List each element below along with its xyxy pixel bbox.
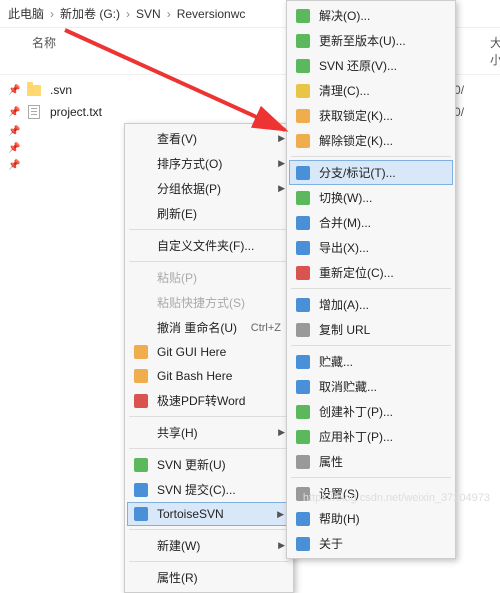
create-patch-icon xyxy=(295,404,311,420)
menu-get-lock[interactable]: 获取锁定(K)... xyxy=(289,103,453,128)
separator xyxy=(129,448,289,449)
menu-paste: 粘贴(P) xyxy=(127,265,291,290)
context-menu-main: 查看(V)▶ 排序方式(O)▶ 分组依据(P)▶ 刷新(E) 自定义文件夹(F)… xyxy=(124,123,294,593)
pin-icon: 📌 xyxy=(8,107,18,118)
menu-tortoisesvn[interactable]: TortoiseSVN▶ xyxy=(127,502,291,526)
separator xyxy=(129,416,289,417)
svn-update-icon xyxy=(133,457,149,473)
crumb-drive[interactable]: 新加卷 (G:) xyxy=(60,5,120,22)
unlock-icon xyxy=(295,133,311,149)
menu-relocate[interactable]: 重新定位(C)... xyxy=(289,260,453,285)
watermark: https://blog.csdn.net/weixin_37204973 xyxy=(303,492,490,504)
chevron-right-icon: ▶ xyxy=(277,509,284,520)
chevron-right-icon: ▶ xyxy=(278,540,285,551)
chevron-right-icon: ▶ xyxy=(278,158,285,169)
crumb-this-pc[interactable]: 此电脑 xyxy=(8,5,44,22)
branch-icon xyxy=(295,165,311,181)
separator xyxy=(291,288,451,289)
shelve-icon xyxy=(295,354,311,370)
pin-icon: 📌 xyxy=(8,85,18,96)
svn-commit-icon xyxy=(133,482,149,498)
git-icon xyxy=(133,368,149,384)
menu-git-bash[interactable]: Git Bash Here xyxy=(127,364,291,388)
menu-unshelve[interactable]: 取消贮藏... xyxy=(289,374,453,399)
menu-branch-tag[interactable]: 分支/标记(T)... xyxy=(289,160,453,185)
menu-sort[interactable]: 排序方式(O)▶ xyxy=(127,151,291,176)
separator xyxy=(129,229,289,230)
merge-icon xyxy=(295,215,311,231)
chevron-right-icon: ▶ xyxy=(278,427,285,438)
menu-about[interactable]: 关于 xyxy=(289,531,453,556)
header-name[interactable]: 名称 xyxy=(10,34,290,68)
chevron-right-icon: ▶ xyxy=(278,133,285,144)
separator xyxy=(291,345,451,346)
folder-icon xyxy=(26,82,42,98)
export-icon xyxy=(295,240,311,256)
git-icon xyxy=(133,344,149,360)
menu-view[interactable]: 查看(V)▶ xyxy=(127,126,291,151)
separator xyxy=(129,261,289,262)
properties-icon xyxy=(295,454,311,470)
menu-resolve[interactable]: 解决(O)... xyxy=(289,3,453,28)
help-icon xyxy=(295,511,311,527)
relocate-icon xyxy=(295,265,311,281)
separator xyxy=(291,156,451,157)
crumb-folder-current[interactable]: Reversionwc xyxy=(177,7,246,21)
unshelve-icon xyxy=(295,379,311,395)
menu-merge[interactable]: 合并(M)... xyxy=(289,210,453,235)
context-menu-tortoisesvn: 解决(O)... 更新至版本(U)... SVN 还原(V)... 清理(C).… xyxy=(286,0,456,559)
menu-cleanup[interactable]: 清理(C)... xyxy=(289,78,453,103)
pdf-icon xyxy=(133,393,149,409)
menu-group[interactable]: 分组依据(P)▶ xyxy=(127,176,291,201)
menu-update-to-rev[interactable]: 更新至版本(U)... xyxy=(289,28,453,53)
menu-create-patch[interactable]: 创建补丁(P)... xyxy=(289,399,453,424)
menu-export[interactable]: 导出(X)... xyxy=(289,235,453,260)
add-icon xyxy=(295,297,311,313)
crumb-folder-svn[interactable]: SVN xyxy=(136,7,161,21)
menu-share[interactable]: 共享(H)▶ xyxy=(127,420,291,445)
pin-icon: 📌 xyxy=(8,143,18,154)
pin-icon: 📌 xyxy=(8,160,18,171)
menu-switch[interactable]: 切换(W)... xyxy=(289,185,453,210)
menu-new[interactable]: 新建(W)▶ xyxy=(127,533,291,558)
menu-apply-patch[interactable]: 应用补丁(P)... xyxy=(289,424,453,449)
menu-pdf-word[interactable]: 极速PDF转Word xyxy=(127,388,291,413)
lock-icon xyxy=(295,108,311,124)
separator xyxy=(129,561,289,562)
chevron-right-icon: › xyxy=(167,7,171,21)
switch-icon xyxy=(295,190,311,206)
menu-release-lock[interactable]: 解除锁定(K)... xyxy=(289,128,453,153)
menu-paste-shortcut: 粘贴快捷方式(S) xyxy=(127,290,291,315)
separator xyxy=(129,529,289,530)
menu-undo[interactable]: 撤消 重命名(U)Ctrl+Z xyxy=(127,315,291,340)
cleanup-icon xyxy=(295,83,311,99)
menu-git-gui[interactable]: Git GUI Here xyxy=(127,340,291,364)
menu-properties[interactable]: 属性(R) xyxy=(127,565,291,590)
menu-add[interactable]: 增加(A)... xyxy=(289,292,453,317)
resolve-icon xyxy=(295,8,311,24)
tortoise-icon xyxy=(133,506,149,522)
chevron-right-icon: › xyxy=(50,7,54,21)
menu-svn-update[interactable]: SVN 更新(U) xyxy=(127,452,291,477)
menu-copy-url[interactable]: 复制 URL xyxy=(289,317,453,342)
menu-props[interactable]: 属性 xyxy=(289,449,453,474)
menu-refresh[interactable]: 刷新(E) xyxy=(127,201,291,226)
chevron-right-icon: ▶ xyxy=(278,183,285,194)
menu-svn-revert[interactable]: SVN 还原(V)... xyxy=(289,53,453,78)
about-icon xyxy=(295,536,311,552)
menu-svn-commit[interactable]: SVN 提交(C)... xyxy=(127,477,291,502)
text-file-icon xyxy=(26,104,42,120)
apply-patch-icon xyxy=(295,429,311,445)
chevron-right-icon: › xyxy=(126,7,130,21)
pin-icon: 📌 xyxy=(8,126,18,137)
menu-customize[interactable]: 自定义文件夹(F)... xyxy=(127,233,291,258)
update-rev-icon xyxy=(295,33,311,49)
copy-icon xyxy=(295,322,311,338)
menu-shelve[interactable]: 贮藏... xyxy=(289,349,453,374)
separator xyxy=(291,477,451,478)
revert-icon xyxy=(295,58,311,74)
